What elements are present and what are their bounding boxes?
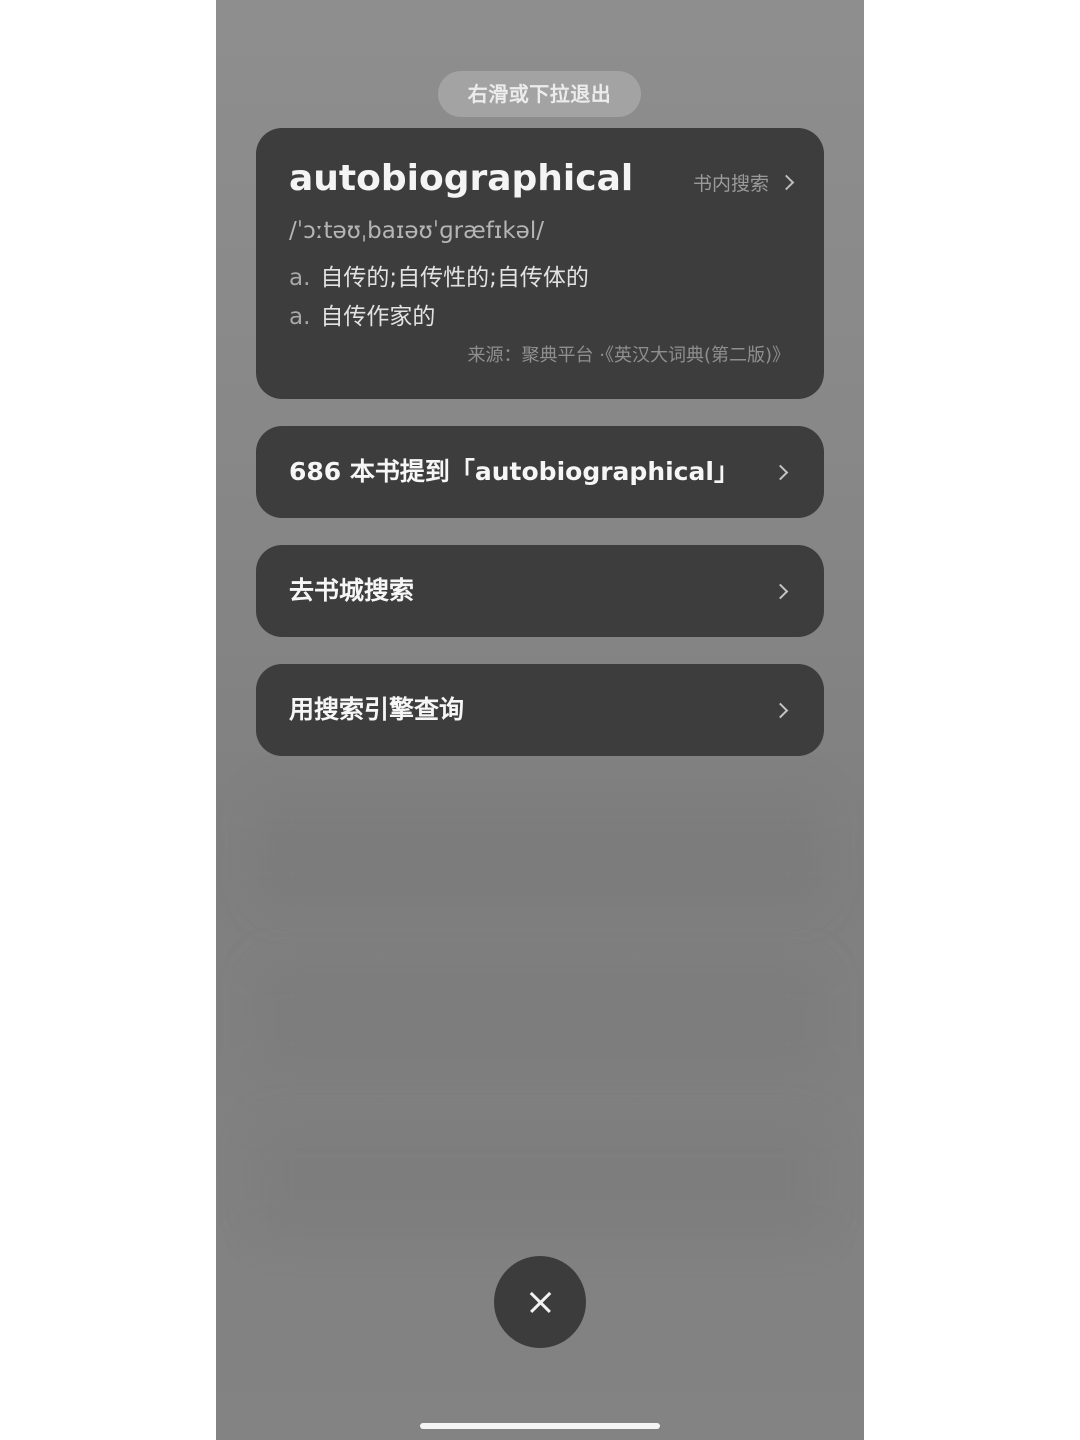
search-engine-button[interactable]: 用搜索引擎查询 xyxy=(256,664,824,756)
definition: a. 自传的;自传性的;自传体的 xyxy=(289,258,589,292)
chevron-right-icon xyxy=(772,702,789,719)
definition-text: 自传作家的 xyxy=(320,304,436,330)
blurred-background xyxy=(256,1120,824,1240)
dismiss-hint: 右滑或下拉退出 xyxy=(438,71,641,117)
dictionary-word: autobiographical xyxy=(289,158,634,199)
dictionary-source: 来源：聚典平台 ·《英汉大词典(第二版)》 xyxy=(467,345,791,366)
chevron-right-icon xyxy=(778,174,795,191)
part-of-speech: a. xyxy=(289,304,311,330)
home-indicator[interactable] xyxy=(420,1423,660,1429)
dictionary-card: autobiographical 书内搜索 /ˈɔːtəʊˌbaɪəʊˈɡræf… xyxy=(256,128,824,399)
bookstore-search-label: 去书城搜索 xyxy=(289,576,415,605)
chevron-right-icon xyxy=(772,464,789,481)
phonetic: /ˈɔːtəʊˌbaɪəʊˈɡræfɪkəl/ xyxy=(289,218,544,244)
close-button[interactable] xyxy=(494,1256,586,1348)
in-book-search-label: 书内搜索 xyxy=(692,173,769,195)
part-of-speech: a. xyxy=(289,265,311,291)
definition-text: 自传的;自传性的;自传体的 xyxy=(320,265,589,291)
books-mention-button[interactable]: 686 本书提到「autobiographical」 xyxy=(256,426,824,518)
search-engine-label: 用搜索引擎查询 xyxy=(289,695,465,724)
blurred-background xyxy=(256,790,824,910)
bookstore-search-button[interactable]: 去书城搜索 xyxy=(256,545,824,637)
definition: a. 自传作家的 xyxy=(289,297,435,331)
books-mention-label: 686 本书提到「autobiographical」 xyxy=(289,457,739,486)
lookup-overlay: 右滑或下拉退出 autobiographical 书内搜索 /ˈɔːtəʊˌba… xyxy=(216,0,864,1440)
blurred-background xyxy=(256,960,824,1080)
chevron-right-icon xyxy=(772,583,789,600)
in-book-search-link[interactable]: 书内搜索 xyxy=(692,169,795,196)
